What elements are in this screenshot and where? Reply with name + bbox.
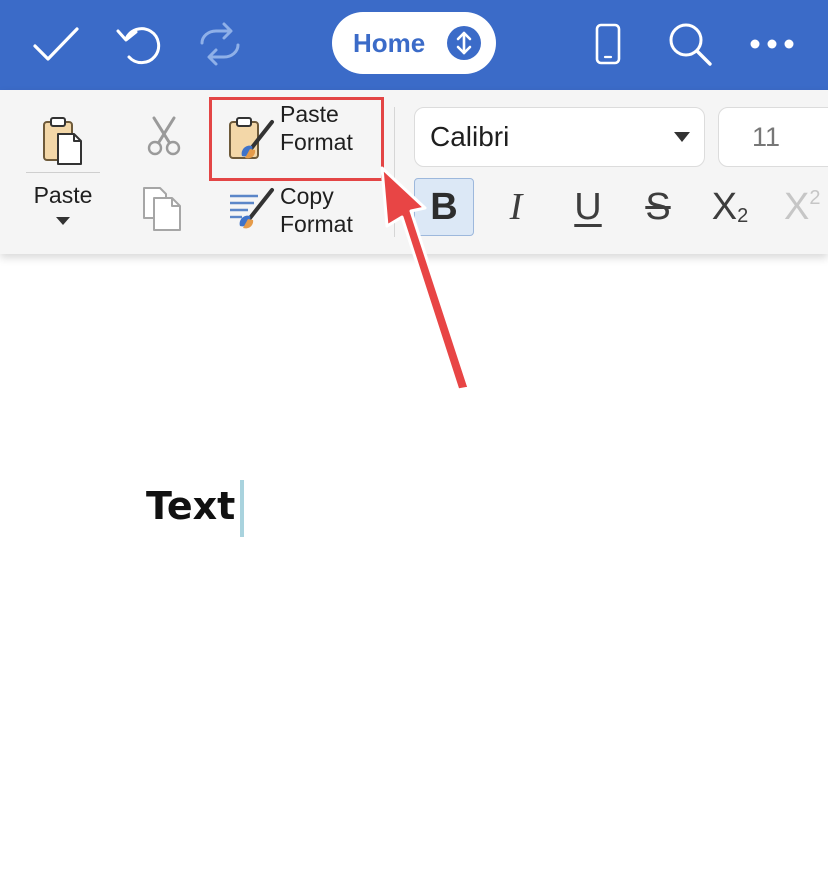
clipboard-paste-icon [41, 116, 85, 171]
tab-label: Home [353, 27, 426, 58]
copy-format-label-line2: Format [280, 211, 353, 237]
copy-format-label-line1: Copy [280, 183, 334, 209]
redo-icon[interactable] [190, 18, 250, 70]
bold-label: B [430, 185, 458, 228]
superscript-mark: 2 [809, 186, 821, 209]
font-name-value: Calibri [430, 121, 510, 152]
up-down-arrow-icon [447, 26, 481, 60]
superscript-label: X [784, 185, 810, 228]
copy-format-brush-icon [228, 186, 276, 235]
underline-button[interactable]: U [558, 178, 618, 236]
home-ribbon: Paste Paste Format Copy Format Calibri 1… [0, 90, 828, 254]
paste-format-highlight [209, 97, 384, 181]
italic-button[interactable]: I [486, 178, 546, 236]
text-cursor [240, 480, 244, 537]
top-app-bar: Home [0, 0, 828, 90]
document-text[interactable]: Text [146, 484, 235, 528]
font-size-value: 11 [752, 121, 781, 152]
subscript-button[interactable]: X2 [700, 178, 760, 236]
bold-button[interactable]: B [414, 178, 474, 236]
ribbon-divider [394, 107, 395, 237]
phone-icon[interactable] [588, 18, 628, 70]
chevron-down-icon [56, 217, 70, 225]
chevron-down-icon [674, 132, 690, 142]
font-size-field[interactable]: 11 [718, 107, 828, 167]
subscript-label: X [711, 185, 738, 228]
checkmark-icon[interactable] [28, 18, 84, 70]
font-name-dropdown[interactable]: Calibri [414, 107, 705, 167]
copy-format-button[interactable]: Copy Format [212, 182, 382, 238]
underline-label: U [574, 185, 602, 228]
paste-button[interactable]: Paste [26, 90, 100, 235]
ribbon-tab-selector[interactable]: Home [332, 12, 496, 74]
subscript-mark: 2 [737, 204, 749, 227]
italic-label: I [509, 186, 523, 228]
superscript-button[interactable]: X2 [772, 178, 828, 236]
undo-icon[interactable] [110, 18, 166, 70]
paste-divider [26, 172, 100, 173]
search-icon[interactable] [664, 18, 716, 70]
ellipsis-icon[interactable] [746, 18, 798, 70]
paste-label: Paste [33, 182, 93, 208]
strikethrough-label: S [645, 185, 671, 228]
scissors-icon[interactable] [142, 114, 186, 158]
strikethrough-button[interactable]: S [628, 178, 688, 236]
copy-icon[interactable] [140, 184, 188, 232]
